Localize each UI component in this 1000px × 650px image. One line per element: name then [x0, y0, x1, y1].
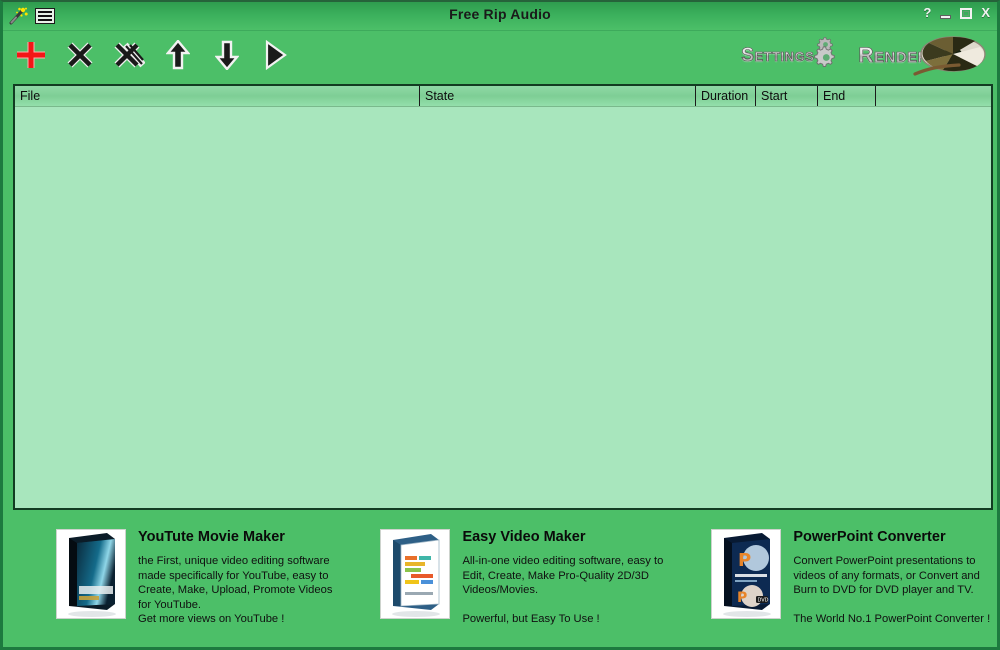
application-window: Free Rip Audio ? X Settings Render File … [0, 0, 1000, 650]
move-down-button[interactable] [207, 33, 247, 77]
column-header-duration[interactable]: Duration [695, 86, 755, 106]
easy-video-maker-box-icon [380, 529, 451, 619]
title-bar: Free Rip Audio ? X [3, 2, 997, 31]
toolbar-buttons [11, 33, 296, 77]
promo-title: PowerPoint Converter [793, 529, 946, 545]
promo-description: All-in-one video editing software, easy … [462, 555, 664, 597]
minimize-button[interactable] [940, 15, 952, 19]
promo-title: YouTute Movie Maker [138, 529, 285, 545]
promo-description: Convert PowerPoint presentations to vide… [793, 555, 980, 597]
play-button[interactable] [256, 33, 296, 77]
column-header-state[interactable]: State [419, 86, 695, 106]
promo-powerpoint-converter[interactable]: P P DVD PowerPoint Converter Convert Pow… [711, 514, 990, 646]
window-controls: ? X [923, 6, 990, 20]
add-file-button[interactable] [11, 33, 51, 77]
help-button[interactable]: ? [923, 6, 931, 20]
promo-tagline: Get more views on YouTube ! [138, 613, 285, 626]
svg-text:P: P [738, 550, 751, 571]
plus-icon [17, 42, 45, 68]
promo-text: Easy Video Maker All-in-one video editin… [462, 529, 663, 626]
gear-icon [814, 37, 836, 67]
move-up-button[interactable] [158, 33, 198, 77]
svg-text:DVD: DVD [758, 598, 769, 604]
column-header-file[interactable]: File [15, 86, 419, 106]
settings-button[interactable]: Settings [741, 35, 848, 77]
remove-all-button[interactable] [109, 33, 149, 77]
file-list-panel: File State Duration Start End [13, 84, 993, 510]
film-reel-icon [913, 36, 986, 76]
promo-tagline: Powerful, but Easy To Use ! [462, 612, 600, 625]
promo-youtube-movie-maker[interactable]: YouTute Movie Maker the First, unique vi… [56, 514, 332, 646]
column-header-end[interactable]: End [817, 86, 875, 106]
arrow-up-icon [166, 40, 190, 70]
window-title: Free Rip Audio [449, 6, 551, 22]
promotions-panel: YouTute Movie Maker the First, unique vi… [6, 514, 994, 646]
double-x-icon [114, 42, 145, 68]
promo-tagline: The World No.1 PowerPoint Converter ! [793, 612, 991, 625]
promo-text: PowerPoint Converter Convert PowerPoint … [793, 529, 990, 626]
svg-text:P: P [737, 590, 747, 606]
remove-file-button[interactable] [60, 33, 100, 77]
close-button[interactable]: X [981, 6, 990, 20]
promo-text: YouTute Movie Maker the First, unique vi… [138, 529, 332, 627]
file-list-body[interactable] [15, 107, 991, 508]
play-icon [265, 40, 287, 70]
column-header-extra[interactable] [875, 86, 991, 106]
maximize-button[interactable] [960, 8, 973, 19]
toolbar-right-actions: Settings Render [741, 35, 987, 77]
render-button[interactable]: Render [858, 35, 987, 77]
arrow-down-icon [215, 40, 239, 70]
promo-title: Easy Video Maker [462, 529, 586, 545]
promo-easy-video-maker[interactable]: Easy Video Maker All-in-one video editin… [380, 514, 663, 646]
powerpoint-converter-box-icon: P P DVD [711, 529, 782, 619]
promo-description: the First, unique video editing software… [138, 555, 333, 611]
column-header-start[interactable]: Start [755, 86, 817, 106]
toolbar: Settings Render [3, 31, 997, 83]
file-list-header: File State Duration Start End [15, 86, 991, 107]
x-icon [67, 42, 93, 68]
youtube-movie-maker-box-icon [56, 529, 126, 619]
settings-label: Settings [741, 45, 815, 67]
